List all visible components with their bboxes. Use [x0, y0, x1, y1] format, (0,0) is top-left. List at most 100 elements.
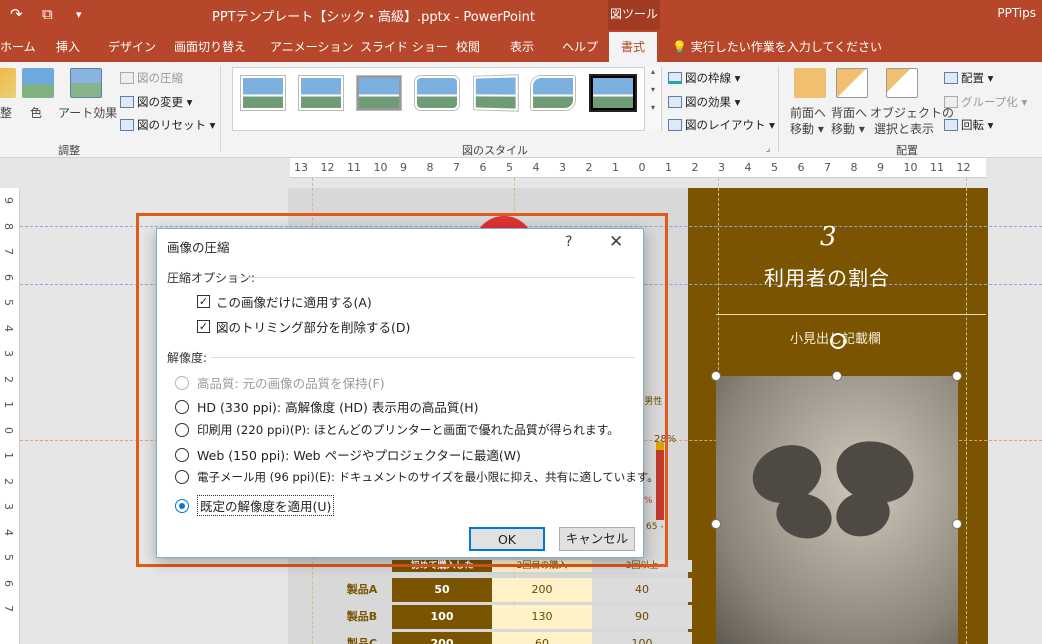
title-bar: ↷ ⧉ ▾ PPTテンプレート【シック・高級】.pptx - PowerPoin… — [0, 0, 1042, 30]
close-icon[interactable]: ✕ — [609, 232, 623, 252]
styles-dialog-launcher-icon[interactable]: ⌟ — [766, 144, 770, 154]
tab-help[interactable]: ヘルプ — [562, 38, 598, 55]
style-thumb-5[interactable] — [473, 75, 518, 111]
bring-forward-label-2[interactable]: 移動 ▾ — [790, 120, 824, 137]
ruler-tick-label: 8 — [850, 161, 858, 174]
tab-format[interactable]: 書式 — [609, 32, 658, 62]
bring-forward-label-1: 前面へ — [790, 106, 827, 120]
bring-forward-icon[interactable] — [794, 68, 826, 98]
arrange-group-label: 配置 — [896, 144, 918, 157]
radio-circle-selected[interactable] — [175, 498, 189, 513]
corrections-icon[interactable] — [0, 68, 16, 98]
ruler-tick-label: 6 — [479, 161, 487, 174]
ruler-tick-label: 1 — [665, 161, 672, 174]
resolution-hd-label: HD (330 ppi): 高解像度 (HD) 表示用の高品質(H) — [197, 400, 479, 415]
picture-effects-icon — [668, 96, 682, 108]
ruler-tick-label: 9 — [2, 197, 15, 204]
send-backward-label-2-text: 移動 — [831, 122, 856, 136]
reset-picture-button[interactable]: 図のリセット ▾ — [120, 117, 215, 133]
change-picture-label: 図の変更 — [137, 95, 183, 109]
style-thumb-6[interactable] — [531, 76, 575, 110]
gallery-scroll[interactable]: ▴ ▾ ▾ — [644, 67, 661, 131]
ruler-tick-label: 4 — [532, 161, 540, 174]
cancel-button[interactable]: キャンセル — [559, 527, 635, 551]
tab-insert[interactable]: 挿入 — [56, 38, 80, 55]
present-icon[interactable]: ⧉ — [42, 5, 53, 23]
resolution-email-label: 電子メール用 (96 ppi)(E): ドキュメントのサイズを最小限に抑え、共有… — [197, 470, 659, 484]
rotate-button[interactable]: 回転 ▾ — [944, 117, 993, 133]
redo-icon[interactable]: ↷ — [10, 5, 23, 23]
resolution-web-radio[interactable]: Web (150 ppi): Web ページやプロジェクターに最適(W) — [175, 445, 521, 464]
style-thumb-4[interactable] — [415, 76, 459, 110]
ruler-tick-label: 0 — [638, 161, 646, 174]
tell-me-box[interactable]: 💡 実行したい作業を入力してください — [672, 38, 882, 55]
ruler-tick-label: 3 — [559, 161, 566, 174]
send-backward-label-2[interactable]: 移動 ▾ — [831, 120, 865, 137]
radio-circle[interactable] — [175, 470, 189, 484]
resize-handle[interactable] — [952, 371, 962, 381]
style-thumb-2[interactable] — [299, 76, 343, 110]
resolution-default-radio[interactable]: 既定の解像度を適用(U) — [175, 495, 335, 516]
selection-pane-label-1: オブジェクトの — [870, 106, 955, 120]
picture-layout-button[interactable]: 図のレイアウト ▾ — [668, 117, 775, 133]
table-cell: 60 — [492, 632, 592, 644]
resolution-default-label: 既定の解像度を適用(U) — [197, 495, 335, 516]
tab-transitions[interactable]: 画面切り替え — [174, 38, 246, 55]
group-button[interactable]: グループ化 ▾ — [944, 94, 1027, 110]
resize-handle[interactable] — [952, 519, 962, 529]
radio-circle[interactable] — [175, 447, 189, 462]
ruler-tick-label: 2 — [691, 161, 699, 174]
section-separator — [211, 357, 635, 358]
tab-home[interactable]: ホーム — [0, 38, 36, 55]
tab-animations[interactable]: アニメーション — [270, 38, 354, 55]
checkbox-box[interactable]: ✓ — [197, 295, 210, 308]
tab-review[interactable]: 校閲 — [456, 38, 480, 55]
delete-cropped-checkbox[interactable]: ✓ 図のトリミング部分を削除する(D) — [197, 317, 410, 336]
change-picture-button[interactable]: 図の変更 ▾ — [120, 94, 192, 110]
butterfly-photo[interactable] — [716, 376, 958, 644]
tab-slideshow[interactable]: スライド ショー — [360, 38, 448, 55]
resize-handle[interactable] — [711, 519, 721, 529]
color-label: 色 — [30, 106, 43, 120]
art-effects-icon[interactable] — [70, 68, 102, 98]
tab-view[interactable]: 表示 — [510, 38, 534, 55]
align-icon — [944, 72, 958, 84]
radio-circle[interactable] — [175, 399, 189, 414]
tab-design[interactable]: デザイン — [108, 38, 156, 55]
resolution-high-fidelity-radio[interactable]: 高品質: 元の画像の品質を保持(F) — [175, 373, 385, 392]
style-thumb-3[interactable] — [357, 76, 401, 110]
slide-divider — [716, 314, 986, 315]
color-icon[interactable] — [22, 68, 54, 98]
picture-styles-gallery — [232, 67, 662, 131]
style-thumb-1[interactable] — [241, 76, 285, 110]
send-backward-icon[interactable] — [836, 68, 868, 98]
style-thumb-7[interactable] — [591, 76, 635, 110]
apply-only-checkbox[interactable]: ✓ この画像だけに適用する(A) — [197, 292, 372, 311]
customize-qat-icon[interactable]: ▾ — [76, 8, 82, 21]
delete-cropped-label: 図のトリミング部分を削除する(D) — [216, 320, 411, 335]
table-cell: 100 — [392, 605, 492, 629]
resolution-print-radio[interactable]: 印刷用 (220 ppi)(P): ほとんどのプリンターと画面で優れた品質が得ら… — [175, 421, 619, 438]
ruler-tick-label: 11 — [930, 161, 944, 174]
picture-border-icon — [668, 72, 682, 84]
picture-border-label: 図の枠線 — [685, 71, 731, 85]
checkbox-box[interactable]: ✓ — [197, 320, 210, 333]
picture-border-button[interactable]: 図の枠線 ▾ — [668, 70, 740, 86]
radio-circle[interactable] — [175, 422, 189, 437]
help-icon[interactable]: ? — [565, 234, 572, 250]
compress-pictures-button[interactable]: 図の圧縮 — [120, 70, 183, 86]
resize-handle[interactable] — [711, 371, 721, 381]
picture-effects-button[interactable]: 図の効果 ▾ — [668, 94, 740, 110]
selection-pane-icon[interactable] — [886, 68, 918, 98]
ok-button[interactable]: OK — [469, 527, 545, 551]
resize-handle[interactable] — [832, 371, 842, 381]
ruler-tick-label: 1 — [2, 401, 15, 408]
rotate-handle-icon[interactable] — [830, 333, 846, 349]
reset-picture-label: 図のリセット — [137, 118, 206, 132]
window-title: PPTテンプレート【シック・高級】.pptx - PowerPoint — [212, 10, 535, 25]
radio-circle[interactable] — [175, 375, 189, 390]
resolution-email-radio[interactable]: 電子メール用 (96 ppi)(E): ドキュメントのサイズを最小限に抑え、共有… — [175, 469, 659, 485]
ruler-tick-label: 9 — [400, 161, 407, 174]
resolution-hd-radio[interactable]: HD (330 ppi): 高解像度 (HD) 表示用の高品質(H) — [175, 397, 479, 416]
align-button[interactable]: 配置 ▾ — [944, 70, 993, 86]
